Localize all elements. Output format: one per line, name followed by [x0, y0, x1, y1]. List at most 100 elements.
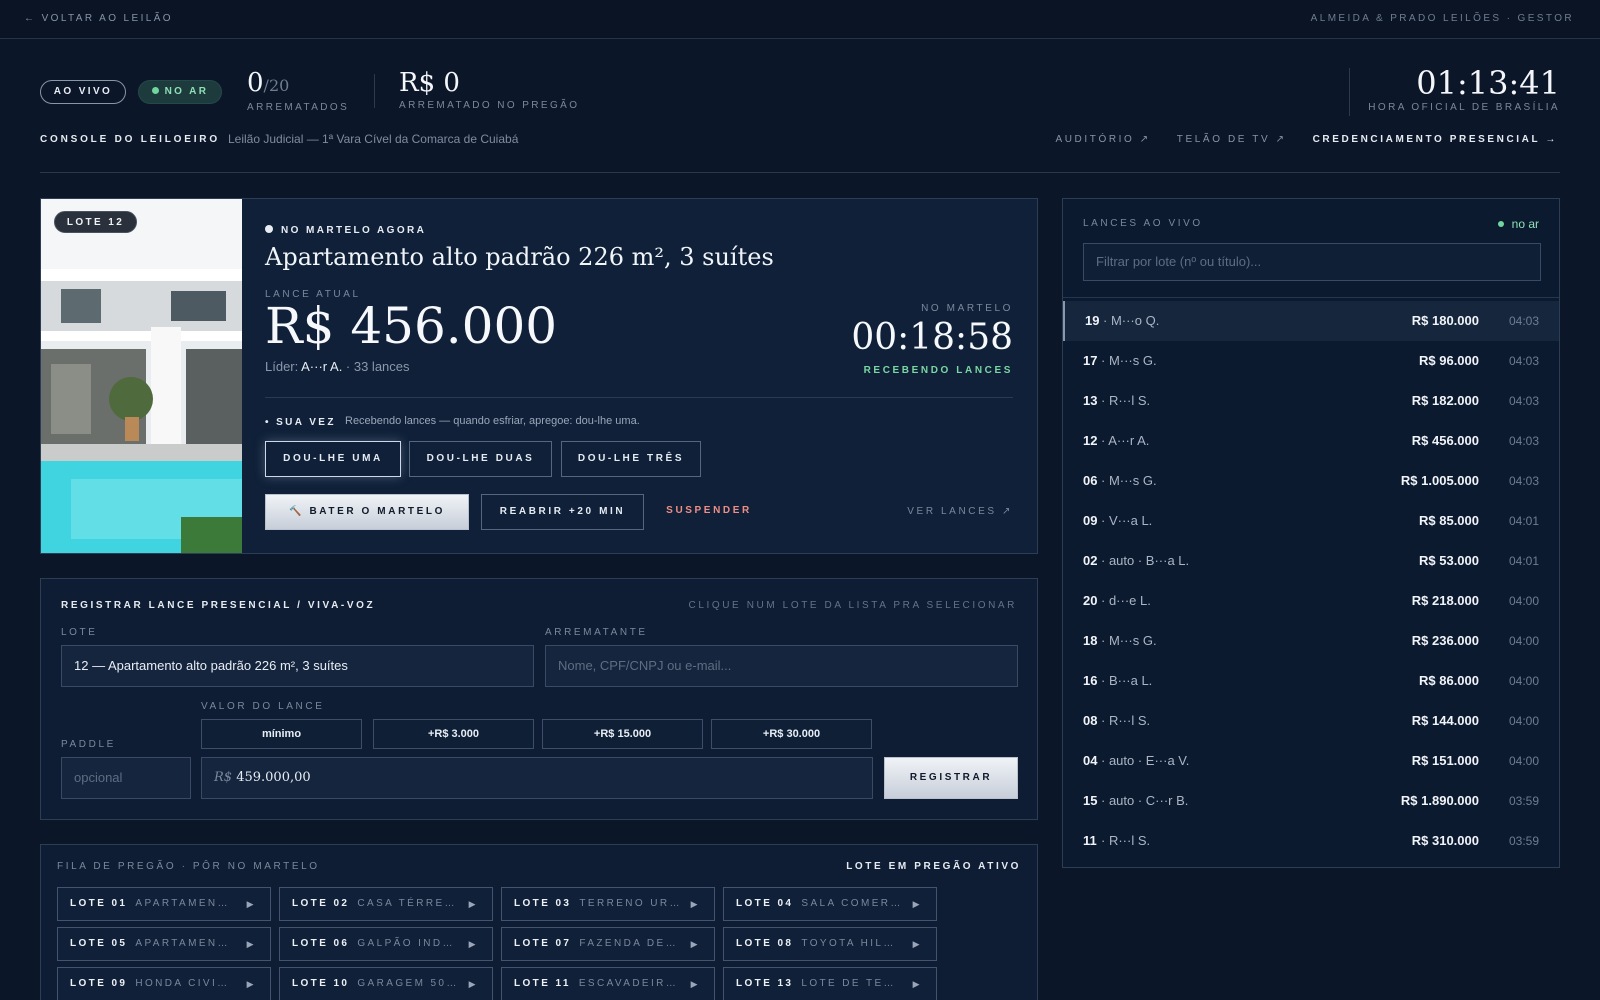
on-hammer-now: NO MARTELO AGORA: [265, 225, 426, 236]
your-turn-text: SUA VEZ: [276, 417, 336, 428]
bid-time: 04:00: [1508, 594, 1539, 608]
bid-bidder: · R···l S.: [1101, 713, 1151, 728]
minimum-chip[interactable]: mínimo: [201, 719, 362, 749]
live-bids-divider: [1063, 297, 1559, 298]
call-thrice-button[interactable]: DOU-LHE TRÊS: [561, 441, 701, 477]
view-bids-link[interactable]: VER LANCES ↗: [907, 506, 1013, 517]
bid-value: R$ 151.000: [1411, 753, 1479, 768]
bid-row[interactable]: 04 · auto · E···a V. R$ 151.000 04:00: [1063, 741, 1559, 781]
live-bids-status-label: no ar: [1511, 217, 1539, 231]
bid-row[interactable]: 09 · V···a L. R$ 85.000 04:01: [1063, 501, 1559, 541]
queue-lot-button[interactable]: LOTE 02 CASA TÉRRE… ▶: [279, 887, 493, 921]
suspend-button[interactable]: SUSPENDER: [659, 494, 759, 530]
call-once-button[interactable]: DOU-LHE UMA: [265, 441, 401, 477]
bid-bidder: · A···r A.: [1101, 433, 1150, 448]
queue-lot-button[interactable]: LOTE 05 APARTAMEN… ▶: [57, 927, 271, 961]
lot-field[interactable]: 12 — Apartamento alto padrão 226 m², 3 s…: [61, 645, 534, 687]
bid-row[interactable]: 12 · A···r A. R$ 456.000 04:03: [1063, 421, 1559, 461]
bid-bidder: · B···a L.: [1101, 673, 1153, 688]
bid-lot: 09: [1083, 513, 1098, 528]
strike-hammer-button[interactable]: 🔨 BATER O MARTELO: [265, 494, 469, 530]
header-divider: [40, 172, 1560, 173]
plus-15000-chip[interactable]: +R$ 15.000: [542, 719, 703, 749]
bid-lot: 15: [1083, 793, 1098, 808]
queue-lot-button[interactable]: LOTE 13 LOTE DE TE… ▶: [723, 967, 937, 1000]
auditorium-link[interactable]: AUDITÓRIO ↗: [1055, 134, 1150, 145]
queue-lot-button[interactable]: LOTE 08 TOYOTA HIL… ▶: [723, 927, 937, 961]
bid-row[interactable]: 02 · auto · B···a L. R$ 53.000 04:01: [1063, 541, 1559, 581]
bid-value: R$ 1.890.000: [1400, 793, 1479, 808]
bid-value: R$ 456.000: [1411, 433, 1479, 448]
live-bids-title: LANCES AO VIVO: [1083, 218, 1203, 229]
play-icon: ▶: [690, 899, 700, 909]
queue-lot-number: LOTE 02: [292, 898, 350, 909]
bid-row[interactable]: 18 · M···s G. R$ 236.000 04:00: [1063, 621, 1559, 661]
queue-lot-button[interactable]: LOTE 11 ESCAVADEIR… ▶: [501, 967, 715, 1000]
bid-row[interactable]: 06 · M···s G. R$ 1.005.000 04:03: [1063, 461, 1559, 501]
bid-time: 04:01: [1508, 554, 1539, 568]
timer-label: NO MARTELO: [921, 303, 1013, 314]
back-to-auction-link[interactable]: ← VOLTAR AO LEILÃO: [24, 13, 173, 24]
queue-lot-button[interactable]: LOTE 09 HONDA CIVI… ▶: [57, 967, 271, 1000]
bid-row[interactable]: 19 · M···o Q. R$ 180.000 04:03: [1063, 301, 1559, 341]
hero-divider: [265, 397, 1013, 398]
bid-value: R$ 53.000: [1419, 553, 1479, 568]
clock-divider: [1349, 68, 1350, 116]
queue-lot-button[interactable]: LOTE 03 TERRENO UR… ▶: [501, 887, 715, 921]
lot-badge: LOTE 12: [54, 211, 137, 233]
queue-lot-number: LOTE 01: [70, 898, 128, 909]
auction-queue-panel: FILA DE PREGÃO · PÔR NO MARTELO LOTE EM …: [40, 844, 1038, 1000]
bid-row[interactable]: 11 · R···l S. R$ 310.000 03:59: [1063, 821, 1559, 861]
bid-row[interactable]: 08 · R···l S. R$ 144.000 04:00: [1063, 701, 1559, 741]
bid-value: R$ 86.000: [1419, 673, 1479, 688]
register-button[interactable]: REGISTRAR: [884, 757, 1018, 799]
bid-bidder: · d···e L.: [1101, 593, 1151, 608]
bid-row[interactable]: 17 · M···s G. R$ 96.000 04:03: [1063, 341, 1559, 381]
bid-lot: 11: [1083, 833, 1097, 848]
bid-lot: 18: [1083, 633, 1098, 648]
bid-time: 04:03: [1508, 354, 1539, 368]
bid-bidder: · V···a L.: [1101, 513, 1153, 528]
queue-lot-button[interactable]: LOTE 01 APARTAMEN… ▶: [57, 887, 271, 921]
bid-lot: 04: [1083, 753, 1098, 768]
bid-row[interactable]: 15 · auto · C···r B. R$ 1.890.000 03:59: [1063, 781, 1559, 821]
bid-filter-input[interactable]: Filtrar por lote (nº ou título)...: [1083, 243, 1541, 281]
live-badge: AO VIVO: [40, 80, 126, 104]
bid-amount-field[interactable]: R$ 459.000,00: [201, 757, 873, 799]
queue-lot-button[interactable]: LOTE 06 GALPÃO IND… ▶: [279, 927, 493, 961]
queue-lot-button[interactable]: LOTE 10 GARAGEM 50… ▶: [279, 967, 493, 1000]
bidder-field[interactable]: Nome, CPF/CNPJ ou e-mail...: [545, 645, 1018, 687]
tv-screen-link[interactable]: TELÃO DE TV ↗: [1177, 134, 1287, 145]
bid-row[interactable]: 13 · R···l S. R$ 182.000 04:03: [1063, 381, 1559, 421]
bid-row[interactable]: 16 · B···a L. R$ 86.000 04:00: [1063, 661, 1559, 701]
reopen-button[interactable]: REABRIR +20 MIN: [481, 494, 644, 530]
queue-lot-button[interactable]: LOTE 07 FAZENDA DE… ▶: [501, 927, 715, 961]
house-image: [41, 199, 242, 553]
queue-lot-name: FAZENDA DE…: [579, 938, 679, 949]
call-twice-button[interactable]: DOU-LHE DUAS: [409, 441, 552, 477]
brand-label: ALMEIDA & PRADO LEILÕES · GESTOR: [1310, 13, 1574, 24]
queue-lot-name: CASA TÉRRE…: [357, 898, 457, 909]
plus-30000-chip[interactable]: +R$ 30.000: [711, 719, 872, 749]
currency-prefix: R$: [214, 770, 233, 785]
current-bid-price: R$ 456.000: [265, 297, 558, 355]
bid-bidder: · M···s G.: [1101, 353, 1157, 368]
lot-title: Apartamento alto padrão 226 m², 3 suítes: [265, 243, 774, 271]
bid-time: 03:59: [1508, 834, 1539, 848]
bid-lot: 06: [1083, 473, 1098, 488]
credentialing-link[interactable]: CREDENCIAMENTO PRESENCIAL →: [1313, 134, 1558, 145]
queue-lot-name: LOTE DE TE…: [801, 978, 896, 989]
paddle-field[interactable]: opcional: [61, 757, 191, 799]
sold-total: R$ 0: [399, 68, 460, 98]
bid-bidder: · R···l S.: [1101, 393, 1151, 408]
queue-lot-number: LOTE 11: [514, 978, 571, 989]
bid-row[interactable]: 20 · d···e L. R$ 218.000 04:00: [1063, 581, 1559, 621]
register-bid-panel: REGISTRAR LANCE PRESENCIAL / VIVA-VOZ CL…: [40, 578, 1038, 820]
queue-lot-button[interactable]: LOTE 04 SALA COMER… ▶: [723, 887, 937, 921]
bid-bidder: · R···l S.: [1101, 833, 1151, 848]
plus-3000-chip[interactable]: +R$ 3.000: [373, 719, 534, 749]
sold-count-value: 0: [247, 68, 264, 98]
play-icon: ▶: [246, 899, 256, 909]
play-icon: ▶: [690, 939, 700, 949]
sold-count: 0/20: [247, 68, 289, 98]
